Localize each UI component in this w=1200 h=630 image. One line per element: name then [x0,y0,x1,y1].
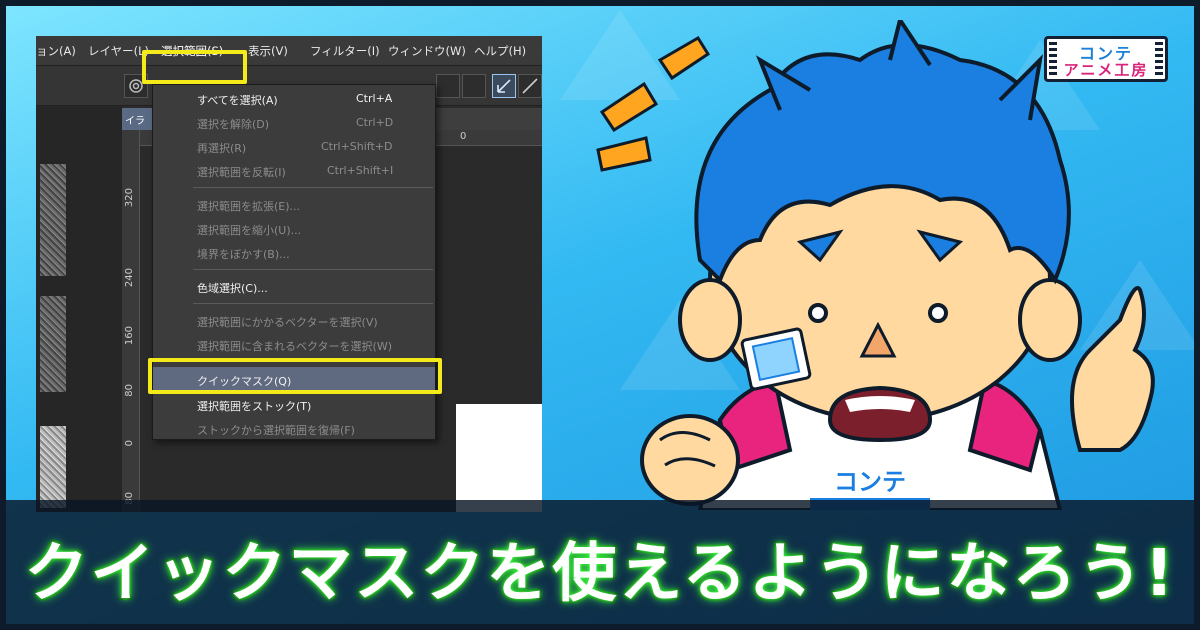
ruler-label: 240 [124,268,135,288]
toolbar-brush-icon[interactable] [518,74,542,98]
vertical-ruler: 320 240 160 80 0 80 [122,130,140,512]
menu-item-select-overlapping-vectors[interactable]: 選択範囲にかかるベクターを選択(V) [153,309,435,333]
canvas-tab[interactable]: イラス [122,108,156,142]
film-strip-icon [1049,42,1057,76]
surprise-marks-icon [596,35,711,172]
title-banner: クイックマスクを使えるようになろう! [0,500,1200,630]
app-screenshot: ョン(A) レイヤー(L) 選択範囲(S) 表示(V) フィルター(I) ウィン… [36,36,542,512]
menu-window[interactable]: ウィンドウ(W) [388,43,466,59]
toolbar-select-tool-icon[interactable] [492,74,516,98]
menu-item-restore-from-stock[interactable]: ストックから選択範囲を復帰(F) [153,417,435,441]
menu-separator [193,187,433,188]
menu-item-stock-selection[interactable]: 選択範囲をストック(T) [153,393,435,417]
quick-mask-highlight-frame [148,358,442,394]
menu-item-expand-selection[interactable]: 選択範囲を拡張(E)... [153,193,435,217]
ruler-label: 160 [124,326,135,346]
menu-help[interactable]: ヘルプ(H) [474,43,526,59]
layer-thumbnail[interactable] [40,296,66,392]
ruler-label: 0 [124,440,135,447]
menu-item-reselect[interactable]: 再選択(R) Ctrl+Shift+D [153,135,435,159]
layer-thumbnail[interactable] [40,164,66,276]
menu-animation[interactable]: ョン(A) [36,43,76,59]
menu-layer[interactable]: レイヤー(L) [88,43,149,59]
menu-view[interactable]: 表示(V) [248,43,288,59]
menu-item-feather-border[interactable]: 境界をぼかす(B)... [153,241,435,265]
layer-thumbnail[interactable] [40,426,66,508]
logo-line-2: アニメ工房 [1063,61,1149,79]
menu-filter[interactable]: フィルター(I) [310,43,380,59]
menu-item-invert-selection[interactable]: 選択範囲を反転(I) Ctrl+Shift+I [153,159,435,183]
film-strip-icon [1155,42,1163,76]
ruler-label: 0 [460,131,467,142]
shirt-logo-text: コンテ [834,468,906,496]
menu-item-shrink-selection[interactable]: 選択範囲を縮小(U)... [153,217,435,241]
menu-item-select-contained-vectors[interactable]: 選択範囲に含まれるベクターを選択(W) [153,333,435,357]
menu-separator [193,269,433,270]
layer-thumbnail-panel [36,106,122,512]
toolbar-frame-icon[interactable] [462,74,486,98]
menu-item-select-all[interactable]: すべてを選択(A) Ctrl+A [153,87,435,111]
menu-item-color-range[interactable]: 色域選択(C)... [153,275,435,299]
menu-separator [193,303,433,304]
ruler-label: 320 [124,188,135,208]
canvas-paper[interactable] [456,404,542,512]
page-title: クイックマスクを使えるようになろう! [24,537,1176,611]
toolbar-layer-icon[interactable] [436,74,460,98]
brand-logo: コンテ アニメ工房 [1044,36,1168,82]
ruler-label: 80 [124,384,135,397]
menu-highlight-frame [142,50,247,84]
menu-item-deselect[interactable]: 選択を解除(D) Ctrl+D [153,111,435,135]
character-illustration: コンテ [596,20,1155,510]
menu-bar: ョン(A) レイヤー(L) 選択範囲(S) 表示(V) フィルター(I) ウィン… [36,36,542,66]
